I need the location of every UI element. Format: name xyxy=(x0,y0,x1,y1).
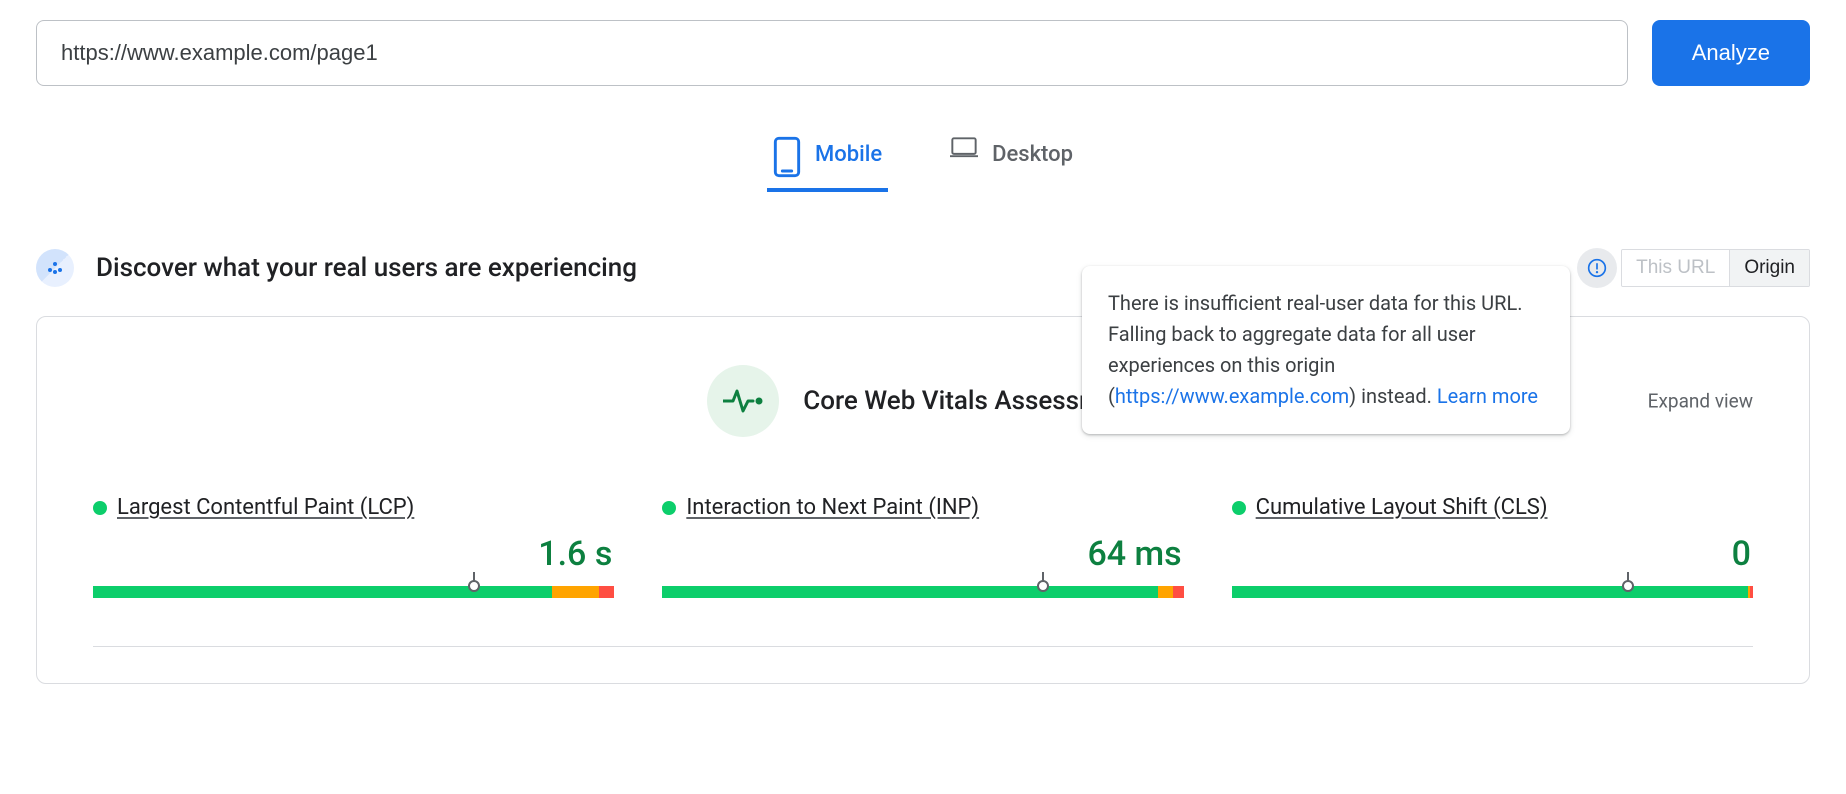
bar-marker xyxy=(1622,580,1634,592)
url-input[interactable] xyxy=(36,20,1628,86)
metric-name[interactable]: Largest Contentful Paint (LCP) xyxy=(117,495,414,520)
status-dot-icon xyxy=(662,501,676,515)
device-tabs: Mobile Desktop xyxy=(36,126,1810,192)
scope-this-url: This URL xyxy=(1622,250,1729,286)
bar-ok xyxy=(1158,586,1174,598)
metric-1: Interaction to Next Paint (INP) 64 ms xyxy=(662,495,1183,598)
metric-name[interactable]: Cumulative Layout Shift (CLS) xyxy=(1256,495,1548,520)
tab-mobile[interactable]: Mobile xyxy=(767,126,888,192)
mobile-icon xyxy=(773,136,801,172)
tab-desktop-label: Desktop xyxy=(992,142,1073,167)
info-icon[interactable] xyxy=(1577,248,1617,288)
bar-marker xyxy=(468,580,480,592)
metric-bar xyxy=(93,586,614,598)
bar-poor xyxy=(1173,586,1183,598)
status-dot-icon xyxy=(1232,501,1246,515)
tab-desktop[interactable]: Desktop xyxy=(944,126,1079,192)
bar-good xyxy=(662,586,1157,598)
bar-poor xyxy=(1750,586,1753,598)
tooltip-origin-link[interactable]: https://www.example.com xyxy=(1115,384,1349,408)
bar-good xyxy=(93,586,552,598)
desktop-icon xyxy=(950,136,978,172)
insufficient-data-tooltip: There is insufficient real-user data for… xyxy=(1082,266,1570,434)
tooltip-learn-more-link[interactable]: Learn more xyxy=(1437,384,1538,408)
scope-origin[interactable]: Origin xyxy=(1729,250,1809,286)
bar-ok xyxy=(552,586,599,598)
metric-value: 1.6 s xyxy=(93,534,614,574)
metric-name[interactable]: Interaction to Next Paint (INP) xyxy=(686,495,979,520)
metric-0: Largest Contentful Paint (LCP) 1.6 s xyxy=(93,495,614,598)
pulse-icon xyxy=(707,365,779,437)
analyze-button[interactable]: Analyze xyxy=(1652,20,1810,86)
metric-2: Cumulative Layout Shift (CLS) 0 xyxy=(1232,495,1753,598)
crux-badge-icon xyxy=(36,249,74,287)
metric-bar xyxy=(1232,586,1753,598)
tooltip-text-after: ) instead. xyxy=(1349,384,1437,408)
divider xyxy=(93,646,1753,647)
expand-view-link[interactable]: Expand view xyxy=(1648,390,1753,413)
metric-value: 0 xyxy=(1232,534,1753,574)
bar-poor xyxy=(599,586,615,598)
metric-bar xyxy=(662,586,1183,598)
scope-toggle: This URL Origin xyxy=(1621,249,1810,287)
tab-mobile-label: Mobile xyxy=(815,142,882,167)
bar-marker xyxy=(1037,580,1049,592)
metric-value: 64 ms xyxy=(662,534,1183,574)
bar-good xyxy=(1232,586,1748,598)
section-title: Discover what your real users are experi… xyxy=(96,253,637,283)
status-dot-icon xyxy=(93,501,107,515)
